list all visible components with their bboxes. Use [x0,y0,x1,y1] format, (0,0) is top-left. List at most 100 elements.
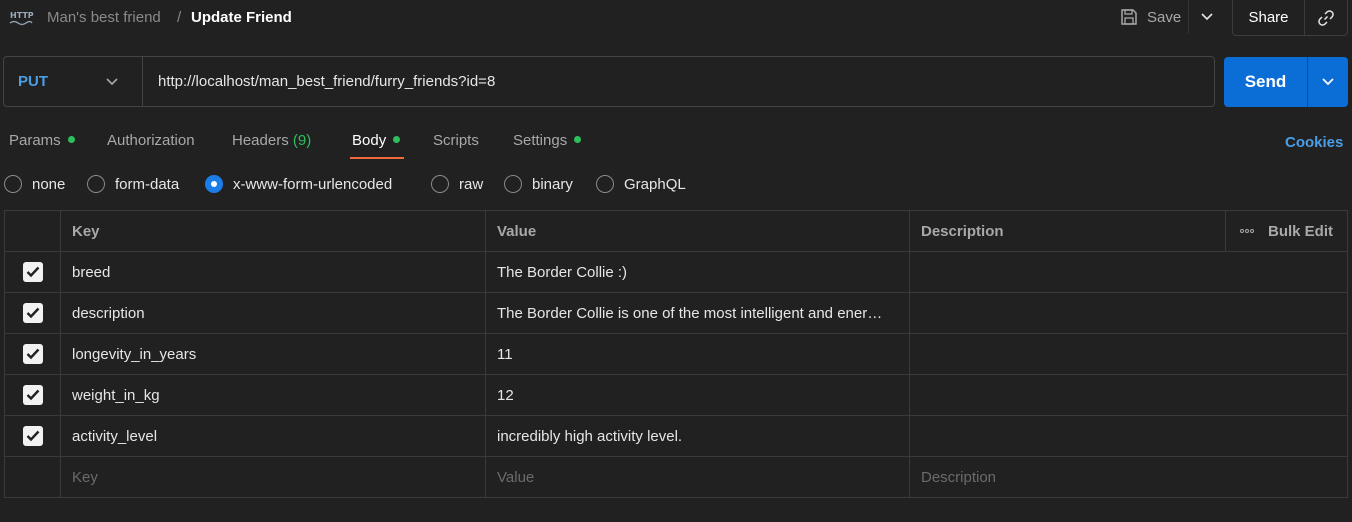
tab-label: Authorization [107,132,195,149]
row-check-cell [5,457,61,497]
row-check-cell [5,334,61,374]
status-dot [574,135,582,143]
column-header-value: Value [486,211,910,251]
method-label: PUT [18,73,48,90]
description-cell[interactable] [910,416,1347,456]
radio-circle [596,175,614,193]
send-button[interactable]: Send [1224,57,1308,107]
value-cell[interactable]: incredibly high activity level. [486,416,910,456]
chevron-down-icon [106,77,118,85]
radio-none[interactable]: none [4,175,65,193]
body-type-selector: none form-data x-www-form-urlencoded raw… [0,175,760,195]
copy-link-button[interactable] [1305,0,1347,35]
table-row: activity_level incredibly high activity … [5,416,1347,457]
radio-circle [87,175,105,193]
tab-scripts[interactable]: Scripts [433,132,479,166]
radio-label: form-data [115,175,180,193]
row-checkbox[interactable] [22,385,43,405]
radio-circle [504,175,522,193]
new-description-input[interactable]: Description [910,457,1347,497]
key-cell[interactable]: longevity_in_years [61,334,486,374]
key-cell[interactable]: activity_level [61,416,486,456]
send-group: Send [1224,57,1348,107]
radio-label: binary [532,175,573,193]
radio-binary[interactable]: binary [504,175,573,193]
save-options-button[interactable] [1188,0,1224,34]
new-value-input[interactable]: Value [486,457,910,497]
tab-label: Headers [232,132,289,149]
send-options-button[interactable] [1308,57,1348,107]
breadcrumb-collection[interactable]: Man's best friend [47,9,161,26]
description-cell[interactable] [910,334,1347,374]
link-icon [1318,9,1334,26]
row-check-cell [5,252,61,292]
row-checkbox[interactable] [22,262,43,282]
radio-form-data[interactable]: form-data [87,175,179,193]
radio-circle-selected [205,175,223,193]
description-cell[interactable] [910,293,1347,333]
top-bar: HTTP Man's best friend / Update Friend S… [0,0,1352,36]
save-button[interactable]: Save [1112,0,1188,34]
radio-circle [431,175,449,193]
value-cell[interactable]: The Border Collie is one of the most int… [486,293,910,333]
row-checkbox[interactable] [22,426,43,446]
value-cell[interactable]: 11 [486,334,910,374]
svg-text:HTTP: HTTP [10,11,34,20]
tab-headers[interactable]: Headers (9) [232,132,311,166]
tab-label: Scripts [433,132,479,149]
description-cell[interactable] [910,252,1347,292]
form-params-table: Key Value Description Bulk Edit breed Th… [4,210,1348,498]
table-row: description The Border Collie is one of … [5,293,1347,334]
checkmark-icon [26,430,39,442]
url-input[interactable] [143,57,1214,106]
row-checkbox[interactable] [22,344,43,364]
radio-graphql[interactable]: GraphQL [596,175,686,193]
radio-label: raw [459,175,484,193]
cookies-link[interactable]: Cookies [1285,134,1343,151]
row-check-cell [5,416,61,456]
tab-params[interactable]: Params [9,132,75,166]
value-cell[interactable]: The Border Collie :) [486,252,910,292]
checkmark-icon [26,307,39,319]
method-select[interactable]: PUT [4,57,143,106]
radio-x-www-form-urlencoded[interactable]: x-www-form-urlencoded [205,175,392,193]
key-cell[interactable]: breed [61,252,486,292]
description-cell[interactable] [910,375,1347,415]
save-label: Save [1147,8,1182,26]
checkmark-icon [26,389,39,401]
bulk-edit-label: Bulk Edit [1268,222,1334,240]
new-key-input[interactable]: Key [61,457,486,497]
value-cell[interactable]: 12 [486,375,910,415]
request-title[interactable]: Update Friend [191,9,292,26]
tab-body[interactable]: Body [352,132,401,166]
row-checkbox[interactable] [22,303,43,323]
row-check-cell [5,293,61,333]
column-header-description: Description [921,222,1004,240]
share-group: Share [1232,0,1348,36]
radio-label: none [32,175,66,193]
tab-settings[interactable]: Settings [513,132,582,166]
radio-label: GraphQL [624,175,686,193]
key-cell[interactable]: description [61,293,486,333]
table-row: breed The Border Collie :) [5,252,1347,293]
tab-label: Body [352,132,387,149]
tab-authorization[interactable]: Authorization [107,132,195,166]
key-cell[interactable]: weight_in_kg [61,375,486,415]
url-bar: PUT [3,56,1215,107]
tab-label: Settings [513,132,568,149]
column-header-key: Key [61,211,486,251]
more-horizontal-icon [1240,229,1254,233]
breadcrumb-separator: / [177,9,182,26]
chevron-down-icon [1200,13,1213,21]
save-icon [1121,9,1137,25]
table-row-new: Key Value Description [5,457,1347,498]
table-header: Key Value Description Bulk Edit [5,211,1347,252]
bulk-edit-button[interactable]: Bulk Edit [1225,211,1347,251]
chevron-down-icon [1322,78,1334,86]
value-text: The Border Collie is one of the most int… [497,304,883,322]
http-request-icon: HTTP [9,11,34,26]
share-button[interactable]: Share [1233,0,1305,35]
radio-raw[interactable]: raw [431,175,483,193]
checkmark-icon [26,348,39,360]
checkmark-icon [26,266,39,278]
